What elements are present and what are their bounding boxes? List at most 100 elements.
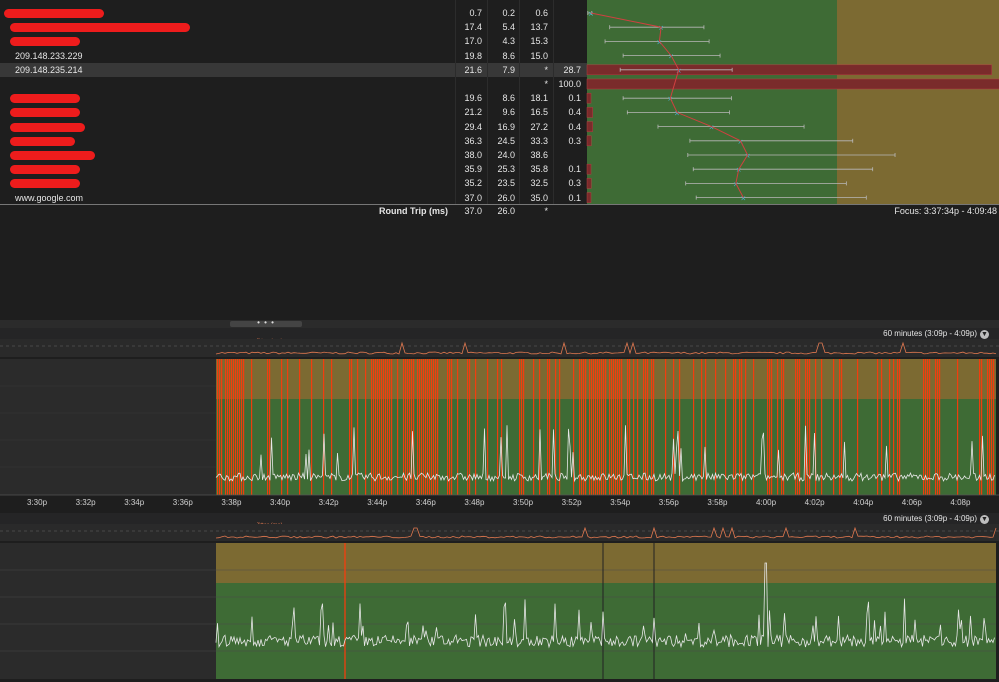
hop-row[interactable]: 209.148.235.214 21.6 7.9 * 28.7 (0, 62, 999, 77)
packet-loss-mark (745, 359, 747, 495)
packet-loss-mark (221, 359, 223, 495)
packet-loss-mark (633, 359, 635, 495)
packet-loss-mark (877, 359, 879, 495)
packet-loss-mark (331, 359, 333, 495)
packet-loss-mark (269, 359, 271, 495)
hop-row[interactable]: * 100.0 (0, 77, 999, 91)
jitter-strip-1-line (215, 341, 997, 355)
packet-loss-mark (923, 359, 925, 495)
packet-loss-mark (929, 359, 931, 495)
packet-loss-mark (447, 359, 449, 495)
packet-loss-mark (391, 359, 393, 495)
packet-loss-mark (645, 359, 647, 495)
hop-cur: 0.6 (535, 8, 548, 18)
packet-loss-mark (357, 359, 359, 495)
packet-loss-mark (857, 359, 859, 495)
pane-divider[interactable] (0, 320, 999, 328)
time-tick-label: 3:52p (561, 498, 582, 507)
packet-loss-mark (927, 359, 929, 495)
hop-row[interactable]: www.google.com 37.0 26.0 35.0 0.1 (0, 191, 999, 205)
packet-loss-mark (409, 359, 411, 495)
no-data-region-1 (0, 359, 216, 495)
hop-avg: 36.3 (464, 135, 482, 146)
latency-line-2 (215, 562, 995, 649)
hop-avg: 19.6 (464, 93, 482, 104)
packet-loss-mark (375, 359, 377, 495)
packet-loss-mark (239, 359, 241, 495)
hop-cur: 15.0 (530, 50, 548, 61)
hop-min: 7.9 (502, 64, 515, 75)
packet-loss-mark (665, 359, 667, 495)
column-separator (487, 0, 488, 204)
packet-loss-mark (981, 359, 983, 495)
redaction-mark (10, 179, 80, 189)
packet-loss-mark (693, 359, 695, 495)
packet-loss-mark (805, 359, 807, 495)
hop-min: 26.0 (497, 192, 515, 203)
packet-loss-mark (809, 359, 811, 495)
hop-row[interactable]: 19.6 8.6 18.1 0.1 (0, 91, 999, 105)
packet-loss-mark (521, 359, 523, 495)
time-tick-label: 3:44p (367, 498, 388, 507)
packet-loss-mark (611, 359, 613, 495)
round-trip-avg: 37.0 (464, 206, 482, 216)
chevron-down-icon[interactable]: ▼ (980, 515, 989, 524)
hop-min: 24.0 (497, 150, 515, 160)
packet-loss-mark (523, 359, 525, 495)
packet-loss-mark (519, 359, 521, 495)
time-tick-label: 4:00p (756, 498, 777, 507)
hop-row[interactable]: 0.7 0.2 0.6 (0, 6, 999, 20)
packet-loss-mark (777, 359, 779, 495)
time-tick-label: 3:54p (610, 498, 631, 507)
packet-loss-mark (591, 359, 593, 495)
pane-splitter-grip[interactable]: • • • (230, 319, 302, 327)
packet-loss-mark (573, 359, 575, 495)
timeline-range-label-2[interactable]: 60 minutes (3:09p - 4:09p) (883, 513, 977, 525)
hop-cur: * (544, 64, 548, 75)
hop-row[interactable]: 35.9 25.3 35.8 0.1 (0, 162, 999, 176)
column-separator (455, 0, 456, 204)
round-trip-summary-row: Round Trip (ms) 37.0 26.0 * Focus: 3:37:… (0, 204, 999, 218)
packet-loss-mark (627, 359, 629, 495)
packet-loss-mark (251, 359, 253, 495)
packet-loss-mark (311, 359, 313, 495)
focus-range-label[interactable]: Focus: 3:37:34p - 4:09:48 (894, 204, 997, 218)
hop-row[interactable]: 209.148.233.229 19.8 8.6 15.0 (0, 49, 999, 63)
packet-loss-mark (715, 359, 717, 495)
chevron-down-icon[interactable]: ▼ (980, 330, 989, 339)
packet-loss-mark (501, 359, 503, 495)
timeline-header-1: 60 minutes (3:09p - 4:09p) ▼ (0, 328, 999, 340)
hop-row[interactable]: 36.3 24.5 33.3 0.3 (0, 134, 999, 148)
jitter-strip-2-bg (0, 524, 999, 541)
timeline-range-label-1[interactable]: 60 minutes (3:09p - 4:09p) (883, 328, 977, 340)
time-tick-label: 3:50p (513, 498, 534, 507)
hop-row[interactable]: 38.0 24.0 38.6 (0, 148, 999, 162)
redaction-mark (10, 165, 80, 175)
hop-pl: 0.4 (568, 107, 581, 118)
hop-row[interactable]: 35.2 23.5 32.5 0.3 (0, 176, 999, 190)
hop-row[interactable]: 17.0 4.3 15.3 (0, 34, 999, 48)
hop-row[interactable]: 21.2 9.6 16.5 0.4 (0, 105, 999, 119)
packet-loss-mark (601, 359, 603, 495)
packet-loss-mark (753, 359, 755, 495)
hop-min: 24.5 (497, 135, 515, 146)
packet-loss-mark (771, 359, 773, 495)
packet-loss-mark (815, 359, 817, 495)
hop-row[interactable]: 29.4 16.9 27.2 0.4 (0, 120, 999, 134)
packet-loss-mark (243, 359, 245, 495)
latency-line-1 (215, 425, 995, 483)
packet-loss-mark (603, 359, 605, 495)
hop-row[interactable]: 17.4 5.4 13.7 (0, 20, 999, 34)
time-tick-label: 4:04p (853, 498, 874, 507)
packet-loss-mark (783, 359, 785, 495)
redaction-mark (10, 37, 80, 47)
packet-loss-mark (467, 359, 469, 495)
hop-avg: 17.0 (464, 36, 482, 47)
packet-loss-mark (379, 359, 381, 495)
packet-loss-mark (397, 359, 399, 495)
time-tick-label: 3:46p (415, 498, 436, 507)
packet-loss-mark (469, 359, 471, 495)
packet-loss-mark (739, 359, 741, 495)
packet-loss-mark (219, 359, 221, 495)
time-tick-label: 3:38p (221, 498, 242, 507)
